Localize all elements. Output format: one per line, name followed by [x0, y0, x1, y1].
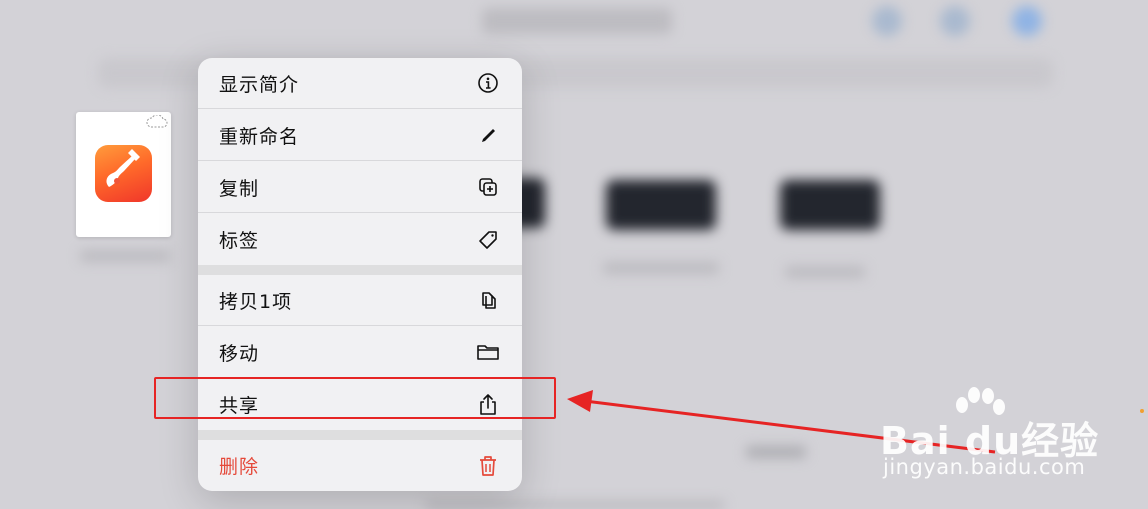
baidu-watermark: Bai du经验 jingyan.baidu.com — [880, 387, 1098, 488]
watermark-sub: jingyan.baidu.com — [883, 455, 1086, 479]
orange-dot — [1140, 409, 1144, 413]
